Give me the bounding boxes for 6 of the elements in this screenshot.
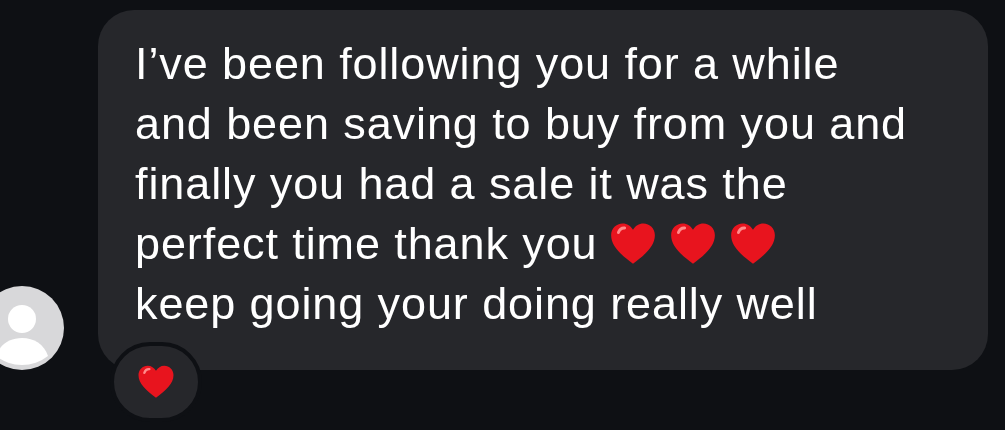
message-text: I’ve been following you for a while: [135, 38, 840, 90]
message-text: and been saving to buy from you and: [135, 98, 907, 150]
message-text: perfect time thank you: [135, 218, 598, 270]
message-text: keep going your doing really well: [135, 278, 818, 330]
avatar-icon: [0, 286, 64, 370]
message-text: finally you had a sale it was the: [135, 158, 788, 210]
